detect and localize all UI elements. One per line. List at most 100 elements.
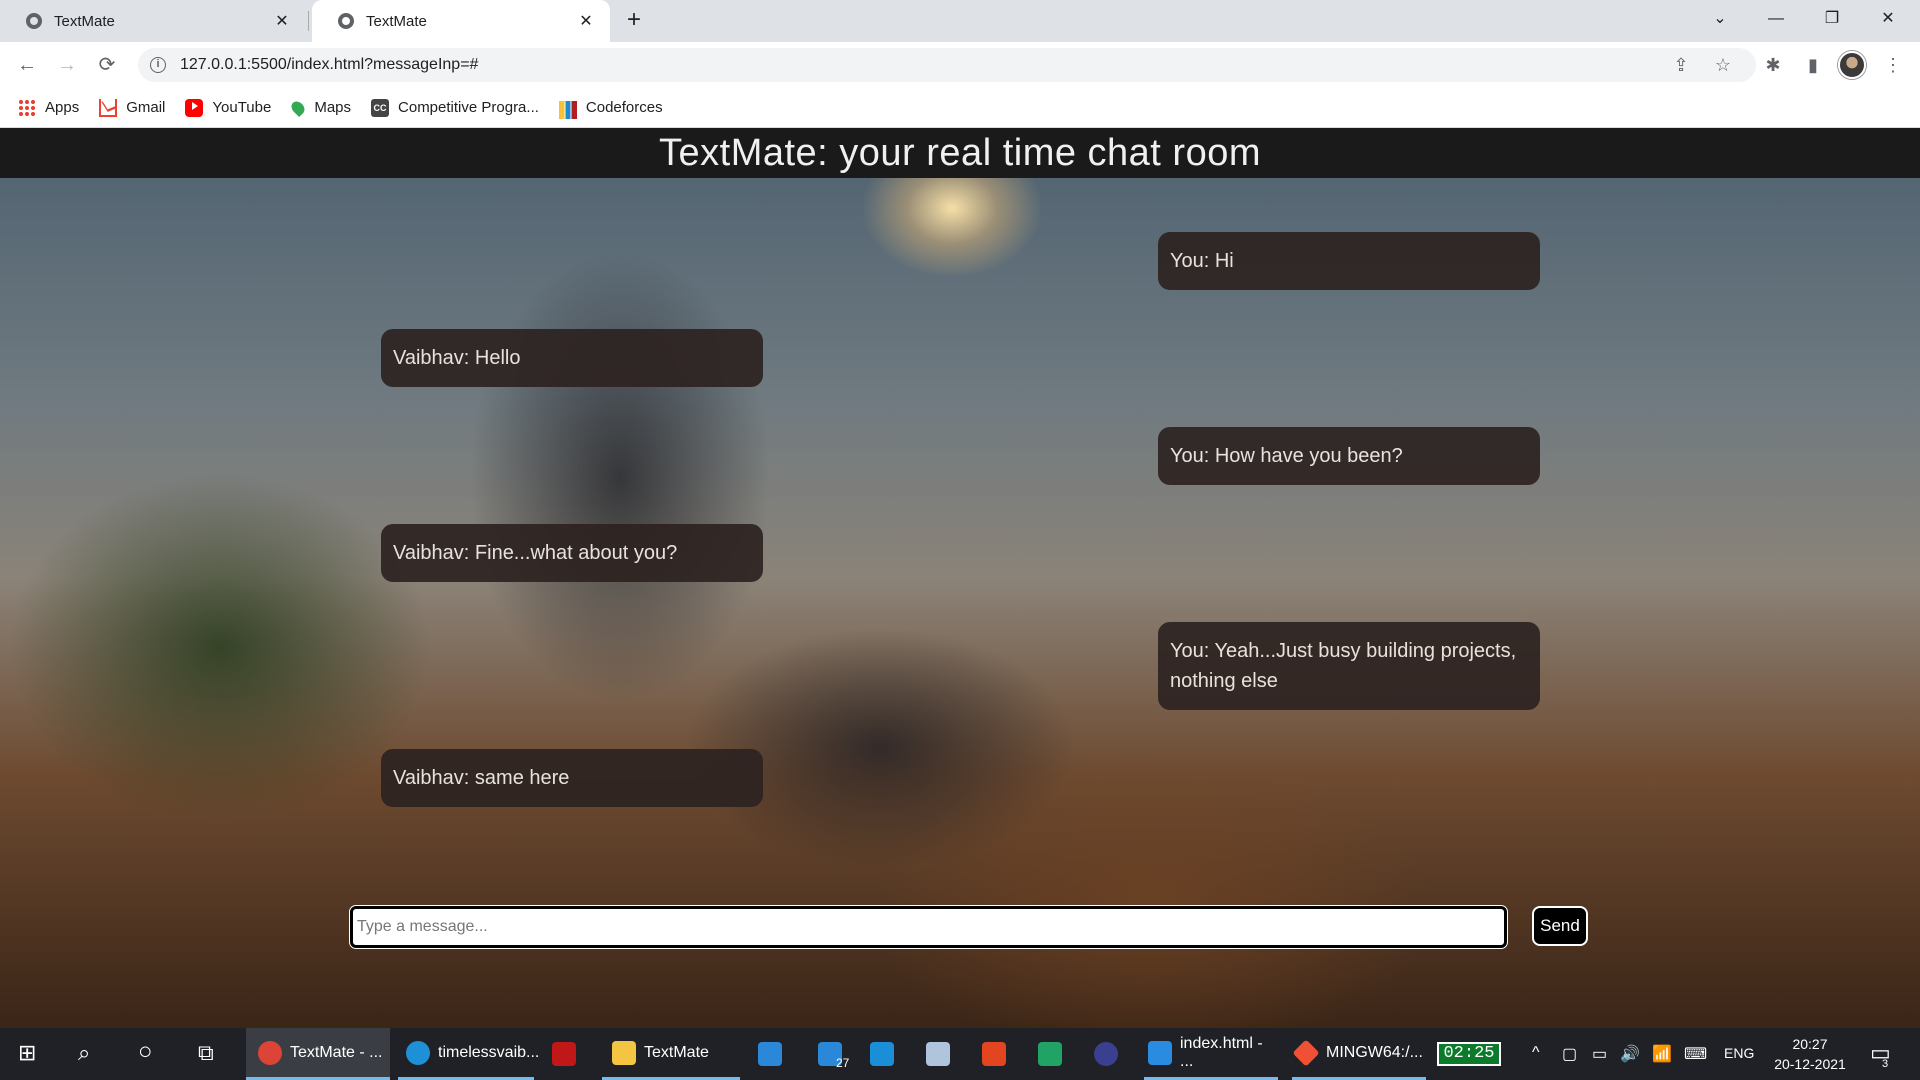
keyboard-icon[interactable]: ⌨ xyxy=(1684,1044,1707,1064)
battery-timer-widget[interactable]: 02:25 xyxy=(1437,1042,1501,1066)
bookmark-competitive-programming[interactable]: CC Competitive Progra... xyxy=(371,98,539,117)
arrow-app-icon xyxy=(1038,1042,1062,1066)
taskbar-app-chrome[interactable]: TextMate - ... xyxy=(246,1028,390,1080)
device-icon[interactable]: ▢ xyxy=(1562,1044,1577,1064)
bookmark-gmail[interactable]: Gmail xyxy=(99,98,166,117)
bookmark-star-icon[interactable]: ☆ xyxy=(1708,50,1738,80)
message-incoming: Vaibhav: Hello xyxy=(381,329,763,387)
bookmark-label: Competitive Progra... xyxy=(398,99,539,116)
cortana-icon[interactable]: ○ xyxy=(138,1038,153,1066)
tab-title: TextMate xyxy=(54,12,115,30)
chevron-up-icon[interactable]: ^ xyxy=(1532,1044,1540,1062)
notification-count: 3 xyxy=(1882,1058,1889,1070)
taskbar-app-label: TextMate xyxy=(644,1043,709,1061)
browser-toolbar: ← → ⟳ i 127.0.0.1:5500/index.html?messag… xyxy=(0,42,1920,88)
office-icon xyxy=(982,1042,1006,1066)
taskbar-app-label: index.html - ... xyxy=(1180,1034,1263,1070)
menu-icon[interactable]: ⋮ xyxy=(1878,50,1908,80)
taskbar-app-calendar[interactable]: 27 xyxy=(818,1028,864,1080)
new-tab-button[interactable]: + xyxy=(620,7,648,35)
taskbar-app-label: MINGW64:/... xyxy=(1326,1043,1423,1061)
extensions-icon[interactable]: ✱ xyxy=(1758,50,1788,80)
message-outgoing: You: Hi xyxy=(1158,232,1540,290)
tab-search-icon[interactable]: ⌄ xyxy=(1692,0,1748,38)
side-panel-icon[interactable]: ▮ xyxy=(1798,50,1828,80)
bookmark-label: Apps xyxy=(45,99,80,116)
taskbar-app-label: timelessvaib... xyxy=(438,1043,540,1061)
tab-textmate-2[interactable]: TextMate ✕ xyxy=(312,0,610,42)
battery-icon[interactable]: ▭ xyxy=(1592,1044,1607,1064)
taskbar-app-mail[interactable] xyxy=(758,1028,794,1080)
chat-page: TextMate: your real time chat room You: … xyxy=(0,128,1920,1028)
globe-icon xyxy=(26,13,42,29)
back-icon[interactable]: ← xyxy=(12,50,42,80)
windows-start-icon[interactable]: ⊞ xyxy=(18,1040,36,1066)
info-icon[interactable]: i xyxy=(150,57,166,73)
bookmark-youtube[interactable]: YouTube xyxy=(185,98,272,117)
forward-icon[interactable]: → xyxy=(52,50,82,80)
calendar-badge: 27 xyxy=(836,1056,850,1070)
bookmark-label: Codeforces xyxy=(585,99,663,116)
share-icon[interactable]: ⇪ xyxy=(1666,50,1696,80)
close-icon[interactable]: ✕ xyxy=(272,11,292,31)
task-view-icon[interactable]: ⧉ xyxy=(198,1040,214,1066)
edge-icon xyxy=(406,1040,430,1065)
bookmark-label: YouTube xyxy=(212,99,272,116)
message-input[interactable] xyxy=(353,909,1504,945)
tab-divider xyxy=(308,11,309,31)
chrome-icon xyxy=(258,1040,282,1065)
search-icon[interactable]: ⌕ xyxy=(78,1040,90,1066)
minimize-button[interactable]: — xyxy=(1748,0,1804,38)
profile-avatar[interactable] xyxy=(1838,51,1866,79)
globe-icon xyxy=(338,13,354,29)
codeforces-icon xyxy=(558,100,577,119)
mcafee-icon xyxy=(552,1042,576,1066)
git-bash-icon xyxy=(1292,1038,1320,1067)
message-outgoing: You: How have you been? xyxy=(1158,427,1540,485)
mail-icon xyxy=(758,1042,782,1066)
l-app-icon xyxy=(870,1042,894,1066)
taskbar-app-eclipse[interactable] xyxy=(1094,1028,1130,1080)
language-indicator[interactable]: ENG xyxy=(1724,1045,1754,1061)
taskbar-app-3d[interactable] xyxy=(926,1028,962,1080)
bookmark-apps[interactable]: Apps xyxy=(18,98,80,117)
message-outgoing: You: Yeah...Just busy building projects,… xyxy=(1158,622,1540,710)
bookmark-label: Gmail xyxy=(126,99,166,116)
tab-textmate-1[interactable]: TextMate ✕ xyxy=(0,0,306,42)
folder-icon xyxy=(612,1040,636,1065)
taskbar-app-edge[interactable]: timelessvaib... xyxy=(398,1028,539,1080)
reload-icon[interactable]: ⟳ xyxy=(92,50,122,80)
address-bar[interactable]: i 127.0.0.1:5500/index.html?messageInp=# xyxy=(138,48,1756,82)
tab-strip: TextMate ✕ TextMate ✕ + ⌄ — ❐ ✕ xyxy=(0,0,1920,42)
restore-button[interactable]: ❐ xyxy=(1804,0,1860,38)
vscode-icon xyxy=(1148,1040,1172,1065)
apps-icon xyxy=(18,98,36,117)
send-button[interactable]: Send xyxy=(1532,906,1588,946)
taskbar-app-mcafee[interactable] xyxy=(552,1028,592,1080)
cc-icon: CC xyxy=(371,98,390,117)
taskbar-app-label: TextMate - ... xyxy=(290,1043,383,1061)
taskbar-app-office[interactable] xyxy=(982,1028,1018,1080)
clock-date: 20-12-2021 xyxy=(1774,1056,1846,1072)
window-close-button[interactable]: ✕ xyxy=(1860,0,1916,38)
clock-time: 20:27 xyxy=(1792,1036,1828,1052)
bookmark-maps[interactable]: Maps xyxy=(289,98,351,117)
page-title: TextMate: your real time chat room xyxy=(659,132,1261,174)
url-text[interactable]: 127.0.0.1:5500/index.html?messageInp=# xyxy=(180,56,478,74)
bookmark-codeforces[interactable]: Codeforces xyxy=(558,97,663,119)
close-icon[interactable]: ✕ xyxy=(576,11,596,31)
taskbar-app-vscode[interactable]: index.html - ... xyxy=(1144,1028,1278,1080)
wifi-icon[interactable]: 📶 xyxy=(1652,1044,1672,1064)
taskbar-app-explorer[interactable]: TextMate xyxy=(602,1028,740,1080)
volume-icon[interactable]: 🔊 xyxy=(1620,1044,1640,1064)
eclipse-icon xyxy=(1094,1042,1118,1066)
taskbar-app-git-bash[interactable]: MINGW64:/... xyxy=(1292,1028,1426,1080)
taskbar-app-l[interactable] xyxy=(870,1028,906,1080)
taskbar-app-arrow[interactable] xyxy=(1038,1028,1074,1080)
message-incoming: Vaibhav: Fine...what about you? xyxy=(381,524,763,582)
tab-title: TextMate xyxy=(366,12,427,30)
bookmarks-bar: Apps Gmail YouTube Maps CC Competitive P… xyxy=(0,88,1920,128)
3d-box-icon xyxy=(926,1042,950,1066)
clock[interactable]: 20:27 20-12-2021 xyxy=(1770,1034,1850,1074)
youtube-icon xyxy=(185,98,204,117)
